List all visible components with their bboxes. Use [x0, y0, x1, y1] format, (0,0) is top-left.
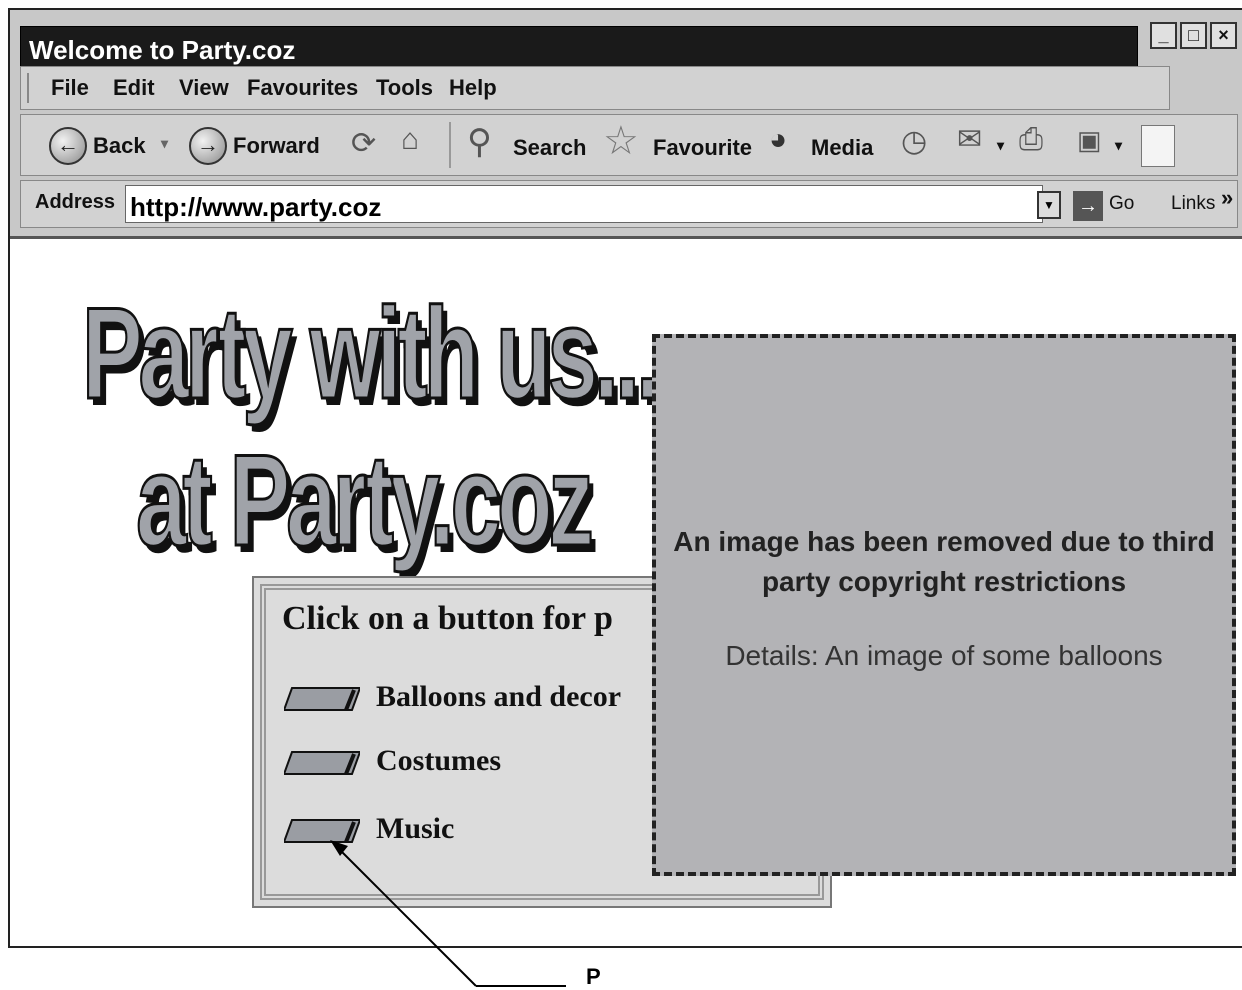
- pointer-arrowhead-icon: [330, 840, 348, 856]
- annotation-pointer: [330, 840, 566, 987]
- annotation-label: P: [586, 964, 601, 989]
